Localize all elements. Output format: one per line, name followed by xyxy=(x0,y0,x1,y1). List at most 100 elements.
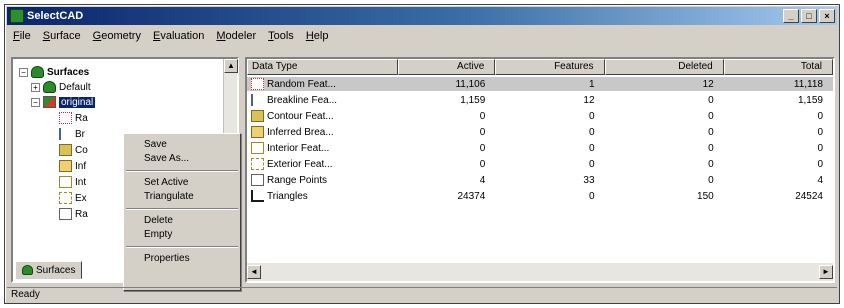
cell-type: Random Feat... xyxy=(267,78,336,90)
cell-type: Breakline Fea... xyxy=(267,94,338,106)
menu-geometry[interactable]: Geometry xyxy=(93,30,141,42)
cell-features: 0 xyxy=(588,126,595,138)
cell-deleted: 0 xyxy=(708,142,714,154)
table-row[interactable]: Range Points 4 33 0 4 xyxy=(247,173,833,187)
tree-label: Int xyxy=(75,176,87,188)
menu-evaluation[interactable]: Evaluation xyxy=(153,30,204,42)
tree-node-interior[interactable]: Int xyxy=(59,175,86,189)
menu-surface[interactable]: Surface xyxy=(43,30,81,42)
menu-modeler[interactable]: Modeler xyxy=(216,30,256,42)
expand-icon[interactable]: + xyxy=(31,82,40,92)
cell-deleted: 150 xyxy=(697,190,714,202)
random-points-icon xyxy=(251,78,264,90)
tree-node-surfaces[interactable]: − Surfaces xyxy=(19,65,89,79)
contour-icon xyxy=(59,144,72,156)
tree-node-exterior[interactable]: Ex xyxy=(59,191,87,205)
menu-item-set-active[interactable]: Set Active xyxy=(124,176,240,190)
surfaces-icon xyxy=(31,66,44,78)
collapse-icon[interactable]: − xyxy=(19,67,28,77)
tree-label: Br xyxy=(75,128,85,140)
breakline-icon xyxy=(251,94,264,106)
menu-separator xyxy=(126,170,238,172)
cell-deleted: 0 xyxy=(708,158,714,170)
menu-item-triangulate[interactable]: Triangulate xyxy=(124,190,240,204)
collapse-icon[interactable]: − xyxy=(31,97,40,107)
table-row[interactable]: Breakline Fea... 1,159 12 0 1,159 xyxy=(247,93,833,107)
minimize-button[interactable]: _ xyxy=(783,9,799,23)
table-row[interactable]: Contour Feat... 0 0 0 0 xyxy=(247,109,833,123)
breakline-icon xyxy=(59,128,72,140)
cell-active: 1,159 xyxy=(460,94,486,106)
menu-separator xyxy=(126,246,238,248)
menu-bar: File Surface Geometry Evaluation Modeler… xyxy=(7,27,837,45)
app-window: SelectCAD _ □ × File Surface Geometry Ev… xyxy=(4,4,840,304)
cell-active: 11,106 xyxy=(455,78,486,90)
table-row[interactable]: Random Feat... 11,106 1 12 11,118 xyxy=(247,77,833,91)
exterior-icon xyxy=(251,158,264,170)
column-header-deleted[interactable]: Deleted xyxy=(604,59,724,75)
column-header-active[interactable]: Active xyxy=(397,59,496,75)
tree-node-inferred[interactable]: Inf xyxy=(59,159,86,173)
scroll-left-icon[interactable]: ◄ xyxy=(247,265,261,279)
inferred-icon xyxy=(251,126,264,138)
cell-features: 33 xyxy=(583,174,595,186)
tree-node-contour[interactable]: Co xyxy=(59,143,88,157)
tree-node-breakline[interactable]: Br xyxy=(59,127,85,141)
cell-active: 0 xyxy=(479,158,486,170)
table-row[interactable]: Triangles 24374 0 150 24524 xyxy=(247,189,833,203)
range-points-icon xyxy=(59,208,72,220)
cell-active: 4 xyxy=(479,174,486,186)
tree-node-default[interactable]: + Default xyxy=(31,80,91,94)
cell-deleted: 0 xyxy=(708,174,714,186)
title-bar[interactable]: SelectCAD _ □ × xyxy=(7,7,837,25)
menu-help[interactable]: Help xyxy=(306,30,329,42)
menu-file[interactable]: File xyxy=(13,30,31,42)
table-row[interactable]: Interior Feat... 0 0 0 0 xyxy=(247,141,833,155)
menu-item-save-as[interactable]: Save As... xyxy=(124,152,240,166)
cell-type: Inferred Brea... xyxy=(267,126,334,138)
surfaces-icon xyxy=(22,265,33,275)
scroll-up-icon[interactable]: ▲ xyxy=(224,59,238,73)
tree-label: Co xyxy=(75,144,88,156)
cell-total: 24524 xyxy=(795,190,823,202)
menu-item-save[interactable]: Save xyxy=(124,138,240,152)
cell-active: 0 xyxy=(479,110,486,122)
cell-features: 0 xyxy=(588,190,595,202)
cell-features: 1 xyxy=(588,78,595,90)
column-header-total[interactable]: Total xyxy=(723,59,833,75)
tree-node-random[interactable]: Ra xyxy=(59,111,88,125)
menu-tools[interactable]: Tools xyxy=(268,30,294,42)
tree-label: Surfaces xyxy=(47,66,90,78)
menu-item-properties[interactable]: Properties xyxy=(124,252,240,266)
table-row[interactable]: Inferred Brea... 0 0 0 0 xyxy=(247,125,833,139)
column-header-data-type[interactable]: Data Type xyxy=(247,59,398,75)
table-row[interactable]: Exterior Feat... 0 0 0 0 xyxy=(247,157,833,171)
cell-features: 12 xyxy=(583,94,595,106)
tab-surfaces[interactable]: Surfaces xyxy=(15,261,83,279)
menu-item-empty[interactable]: Empty xyxy=(124,228,240,242)
tree-label: Ra xyxy=(75,208,88,220)
maximize-button[interactable]: □ xyxy=(801,9,817,23)
cell-deleted: 0 xyxy=(708,94,714,106)
list-horizontal-scrollbar[interactable]: ◄ ► xyxy=(247,263,833,281)
surface-icon xyxy=(43,81,56,93)
scroll-right-icon[interactable]: ► xyxy=(819,265,833,279)
app-icon xyxy=(10,9,24,23)
list-header: Data Type Active Features Deleted Total xyxy=(247,59,833,75)
tree-label: Default xyxy=(59,81,91,93)
cell-active: 0 xyxy=(479,142,486,154)
tree-node-original[interactable]: − original xyxy=(31,95,96,109)
menu-item-delete[interactable]: Delete xyxy=(124,214,240,228)
menu-separator xyxy=(126,208,238,210)
tree-node-range[interactable]: Ra xyxy=(59,207,88,221)
cell-total: 0 xyxy=(817,126,823,138)
cell-features: 0 xyxy=(588,158,595,170)
close-button[interactable]: × xyxy=(819,9,835,23)
cell-active: 0 xyxy=(479,126,486,138)
cell-total: 0 xyxy=(817,142,823,154)
status-bar: Ready xyxy=(7,287,837,301)
cell-type: Exterior Feat... xyxy=(267,158,333,170)
column-header-features[interactable]: Features xyxy=(495,59,605,75)
data-list-panel: Data Type Active Features Deleted Total … xyxy=(245,57,835,283)
contour-icon xyxy=(251,110,264,122)
